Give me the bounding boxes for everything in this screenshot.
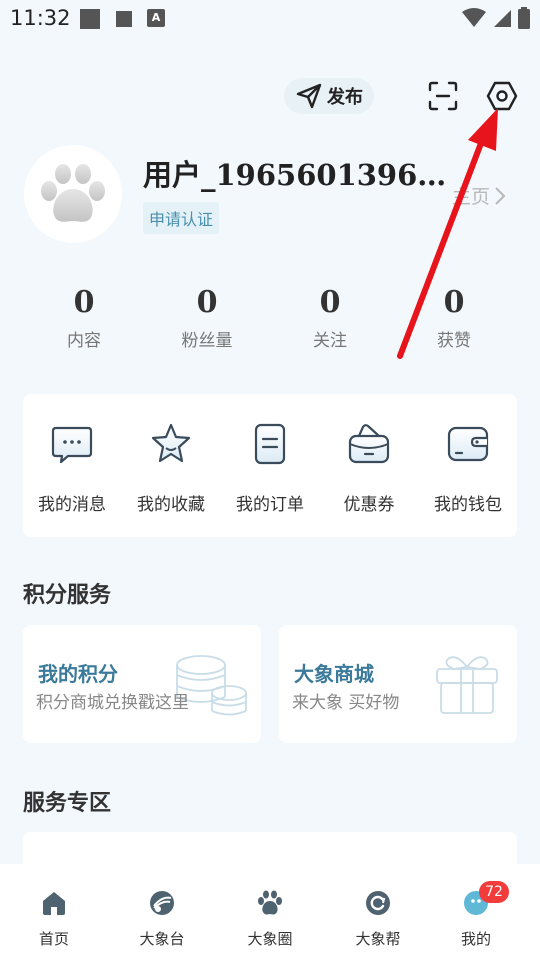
publish-label: 发布	[327, 87, 363, 108]
home-icon	[43, 892, 65, 915]
menu-item-orders[interactable]: 我的订单	[221, 422, 319, 515]
settings-button[interactable]	[485, 79, 519, 113]
homepage-link[interactable]: 主页	[452, 182, 506, 209]
avatar[interactable]	[24, 145, 122, 243]
star-icon	[151, 423, 191, 463]
nav-label: 大象帮	[355, 930, 401, 948]
stat-value: 0	[73, 285, 95, 320]
publish-button[interactable]: 发布	[284, 78, 374, 114]
notification-square-icon	[116, 11, 132, 27]
menu-item-wallet[interactable]: 我的钱包	[419, 422, 517, 515]
notification-badge: 72	[479, 881, 509, 903]
order-icon	[254, 423, 286, 465]
nav-station[interactable]: 大象台	[122, 890, 202, 949]
nav-label: 首页	[38, 930, 69, 948]
gift-box-icon	[436, 656, 498, 714]
nav-help[interactable]: 大象帮	[338, 890, 418, 949]
scan-icon	[428, 81, 458, 111]
message-icon	[51, 426, 93, 464]
send-icon	[296, 83, 322, 109]
menu-label: 我的消息	[38, 495, 106, 515]
username: 用户_1965601396…	[143, 158, 447, 192]
notification-a-icon: A	[147, 9, 165, 27]
stat-label: 获赞	[437, 331, 471, 351]
card-subtitle: 来大象 买好物	[292, 693, 400, 713]
stat-following[interactable]: 0 关注	[285, 285, 375, 351]
nav-circle[interactable]: 大象圈	[230, 890, 310, 949]
nav-home[interactable]: 首页	[14, 890, 94, 949]
signal-icon	[494, 10, 511, 27]
chevron-right-icon	[495, 186, 506, 205]
stat-fans[interactable]: 0 粉丝量	[162, 285, 252, 351]
stat-value: 0	[443, 285, 465, 320]
verify-badge[interactable]: 申请认证	[143, 202, 220, 234]
card-subtitle: 积分商城兑换戳这里	[36, 693, 189, 713]
menu-label: 我的钱包	[434, 495, 502, 515]
service-section-title: 服务专区	[23, 791, 112, 816]
battery-icon	[518, 7, 530, 29]
coupon-icon	[348, 424, 390, 464]
paw-icon	[258, 890, 282, 915]
notification-square-icon	[80, 9, 100, 29]
bottom-nav: 首页 大象台 大象圈 大象帮 我的	[0, 864, 540, 960]
status-right-icons	[462, 6, 530, 30]
stat-value: 0	[196, 285, 218, 320]
homepage-label: 主页	[452, 186, 491, 208]
stat-label: 关注	[313, 331, 347, 351]
card-title: 大象商城	[294, 662, 374, 686]
points-section-title: 积分服务	[23, 583, 112, 608]
scan-button[interactable]	[427, 80, 459, 112]
menu-label: 优惠券	[343, 495, 395, 515]
stat-label: 粉丝量	[181, 331, 233, 351]
nav-label: 大象台	[139, 930, 185, 948]
status-bar: 11:32 A	[0, 0, 540, 38]
station-icon	[150, 891, 174, 915]
nav-label: 我的	[460, 930, 491, 948]
menu-item-messages[interactable]: 我的消息	[23, 422, 121, 515]
stat-content[interactable]: 0 内容	[39, 285, 129, 351]
stat-label: 内容	[67, 331, 101, 351]
card-title: 我的积分	[38, 662, 118, 686]
menu-card: 我的消息 我的收藏 我的订单 优惠券 我的钱包	[23, 394, 517, 537]
menu-label: 我的收藏	[137, 495, 205, 515]
help-icon	[366, 891, 390, 915]
status-time: 11:32	[10, 6, 71, 30]
stat-likes[interactable]: 0 获赞	[409, 285, 499, 351]
wifi-icon	[462, 8, 486, 27]
menu-label: 我的订单	[236, 495, 304, 515]
wallet-icon	[447, 426, 489, 462]
stat-value: 0	[319, 285, 341, 320]
nav-label: 大象圈	[247, 930, 293, 948]
gear-icon	[486, 81, 518, 111]
menu-item-coupons[interactable]: 优惠券	[320, 422, 418, 515]
menu-item-favorites[interactable]: 我的收藏	[122, 422, 220, 515]
paw-avatar-icon	[41, 164, 105, 222]
my-points-card[interactable]: 我的积分 积分商城兑换戳这里	[23, 625, 261, 743]
mall-card[interactable]: 大象商城 来大象 买好物	[279, 625, 517, 743]
